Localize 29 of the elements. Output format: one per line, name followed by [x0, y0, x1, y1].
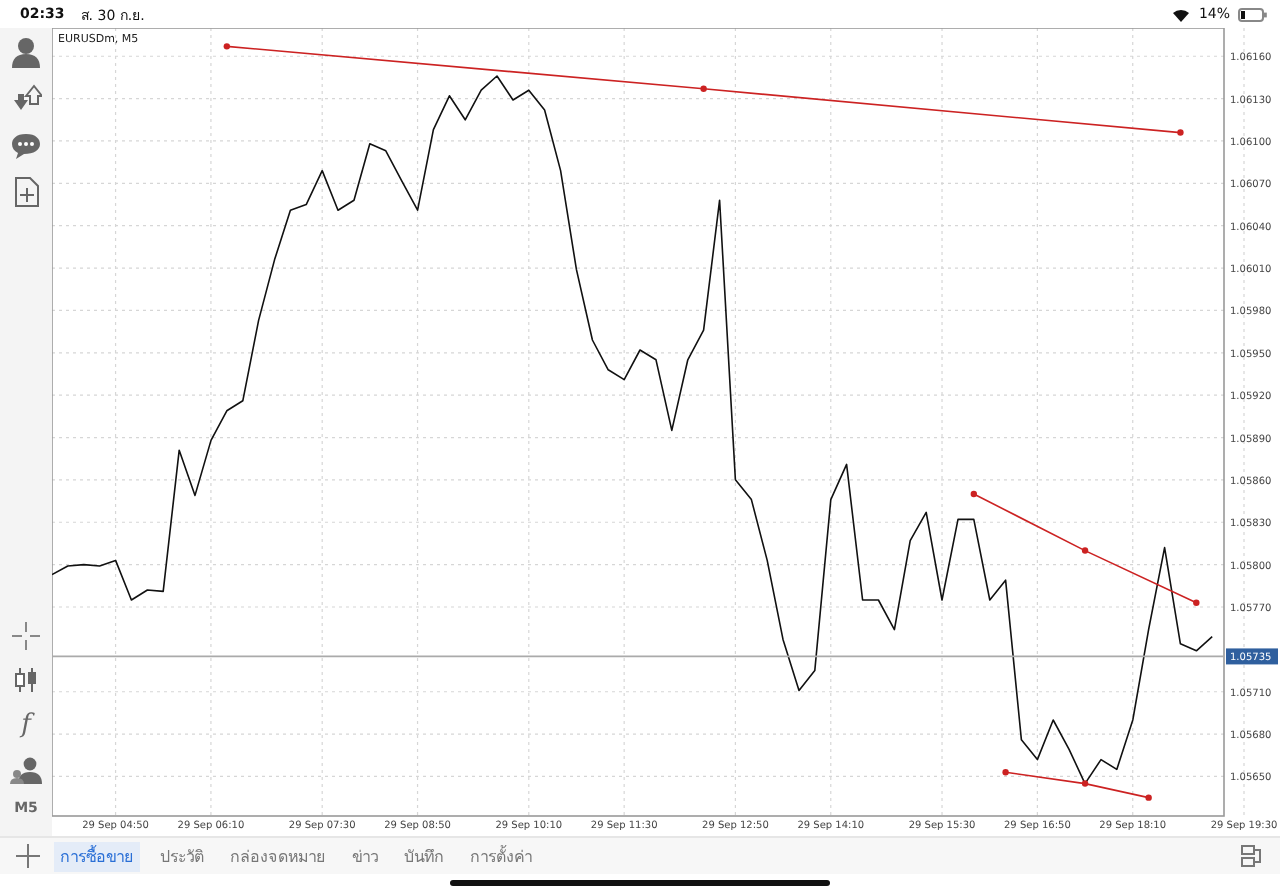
- layout-icon[interactable]: [1240, 844, 1264, 868]
- trend-line[interactable]: [223, 43, 1184, 136]
- person-icon[interactable]: [10, 36, 42, 68]
- point: [1002, 769, 1009, 776]
- add-icon[interactable]: [16, 844, 40, 868]
- point: [1193, 599, 1200, 606]
- point: [970, 490, 978, 498]
- point: [1177, 129, 1184, 136]
- point: [1081, 780, 1089, 787]
- point: [223, 43, 231, 50]
- trend-line[interactable]: [970, 490, 1200, 606]
- tab[interactable]: ประวัติ: [154, 841, 210, 871]
- trend-line[interactable]: [1002, 769, 1152, 801]
- tab[interactable]: บันทึก: [398, 841, 450, 871]
- wifi-icon: [1172, 7, 1191, 21]
- point: [700, 85, 707, 92]
- document-plus-icon[interactable]: [13, 176, 39, 208]
- crosshair-icon[interactable]: [12, 622, 40, 650]
- candlestick-icon[interactable]: [12, 666, 40, 694]
- battery-icon: [1238, 7, 1268, 21]
- point: [1081, 547, 1089, 554]
- chat-bubble-icon[interactable]: [10, 132, 42, 160]
- tab[interactable]: ข่าว: [346, 841, 384, 871]
- tab[interactable]: กล่องจดหมาย: [224, 841, 332, 871]
- people-icon[interactable]: [10, 756, 42, 784]
- indicators-button[interactable]: f: [21, 710, 31, 740]
- tab[interactable]: การซื้อขาย: [54, 841, 140, 871]
- tab[interactable]: การตั้งค่า: [464, 841, 538, 871]
- point: [1145, 794, 1152, 801]
